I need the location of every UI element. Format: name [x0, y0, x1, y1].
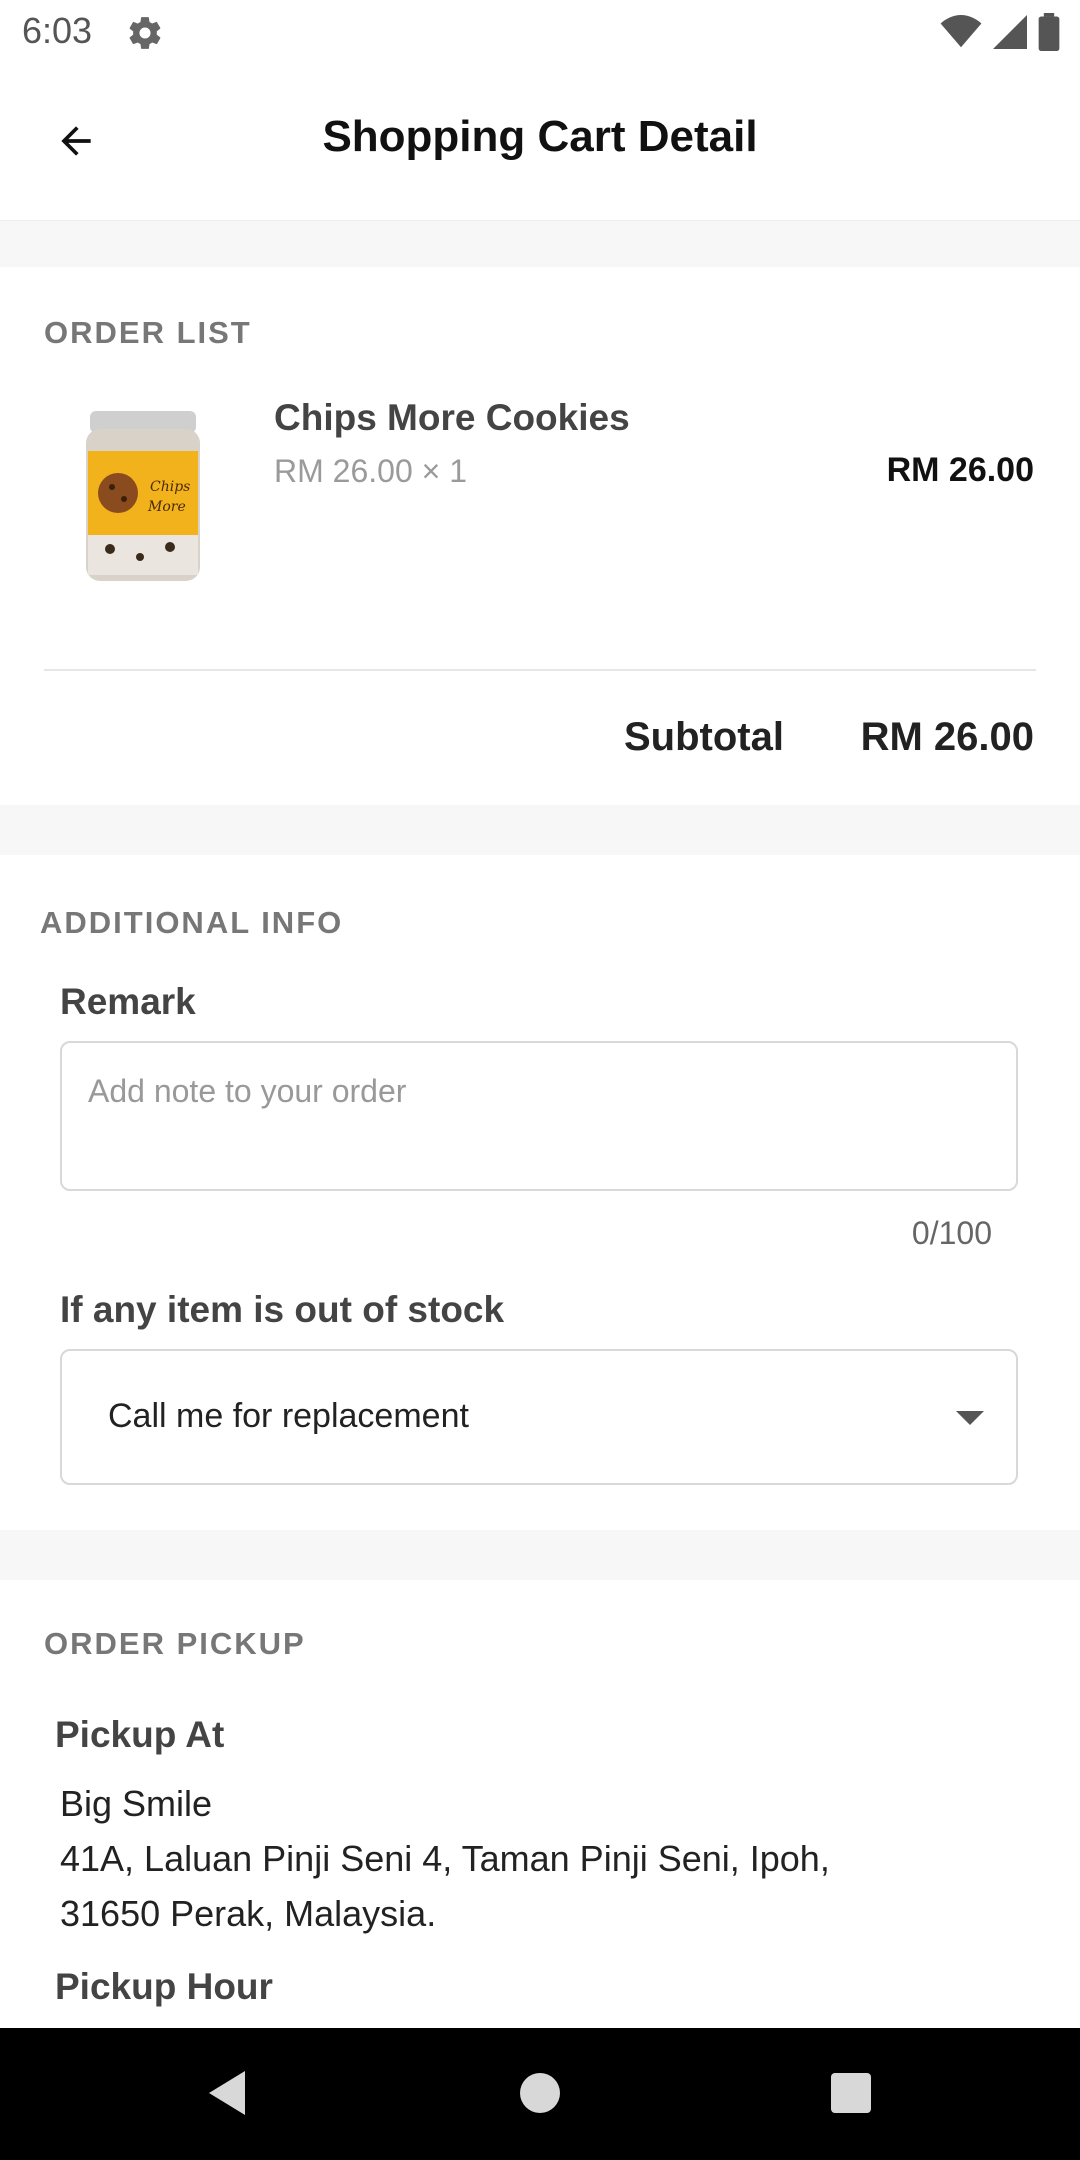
status-bar: 6:03: [0, 0, 1080, 66]
gear-icon: [126, 14, 164, 52]
remark-label: Remark: [60, 981, 196, 1022]
screen: 6:03 Shopping Cart Detail ORDER LIST Chi…: [0, 0, 1080, 2160]
caret-down-icon: [954, 1407, 986, 1429]
out-of-stock-select[interactable]: Call me for replacement: [60, 1349, 1018, 1485]
pickup-address-line1: 41A, Laluan Pinji Seni 4, Taman Pinji Se…: [60, 1838, 830, 1879]
additional-info-title: ADDITIONAL INFO: [40, 905, 344, 940]
recents-square-icon: [829, 2071, 873, 2120]
status-icons: [940, 12, 1060, 56]
product-image: Chips More: [80, 407, 206, 587]
back-triangle-icon: [205, 2068, 249, 2123]
section-gap: [0, 805, 1080, 855]
nav-recents-button[interactable]: [820, 2064, 882, 2126]
system-nav-bar: [0, 2028, 1080, 2160]
section-gap: [0, 221, 1080, 267]
order-pickup-section: ORDER PICKUP Pickup At Big Smile 41A, La…: [0, 1580, 1080, 2028]
order-list-title: ORDER LIST: [44, 315, 252, 350]
stock-label: If any item is out of stock: [60, 1289, 505, 1330]
section-gap: [0, 1530, 1080, 1580]
product-total: RM 26.00: [886, 451, 1034, 489]
subtotal-value: RM 26.00: [860, 715, 1034, 759]
remark-char-count: 0/100: [911, 1215, 992, 1251]
pickup-store-name: Big Smile: [60, 1783, 213, 1824]
out-of-stock-selected-value: Call me for replacement: [108, 1397, 469, 1435]
pickup-hour-label: Pickup Hour: [55, 1966, 273, 2007]
subtotal-label: Subtotal: [624, 715, 784, 759]
nav-home-button[interactable]: [509, 2064, 571, 2126]
svg-text:Chips: Chips: [150, 479, 190, 495]
order-list-section: ORDER LIST Chips More Chips More Cookies…: [0, 267, 1080, 805]
svg-text:More: More: [147, 499, 186, 515]
product-price-quantity: RM 26.00 × 1: [274, 453, 467, 489]
status-time: 6:03: [22, 10, 93, 51]
pickup-address-line2: 31650 Perak, Malaysia.: [60, 1893, 437, 1934]
home-circle-icon: [518, 2071, 562, 2120]
battery-icon: [1038, 12, 1060, 56]
remark-input[interactable]: [62, 1043, 1016, 1189]
order-pickup-title: ORDER PICKUP: [44, 1626, 306, 1661]
product-name: Chips More Cookies: [274, 397, 630, 438]
pickup-at-label: Pickup At: [55, 1714, 225, 1755]
remark-field[interactable]: [60, 1041, 1018, 1191]
app-bar: Shopping Cart Detail: [0, 66, 1080, 221]
page-title: Shopping Cart Detail: [322, 112, 758, 161]
nav-back-button[interactable]: [196, 2064, 258, 2126]
divider: [44, 669, 1036, 671]
additional-info-section: ADDITIONAL INFO Remark 0/100 If any item…: [0, 855, 1080, 1530]
signal-icon: [992, 14, 1028, 54]
wifi-icon: [940, 14, 982, 54]
